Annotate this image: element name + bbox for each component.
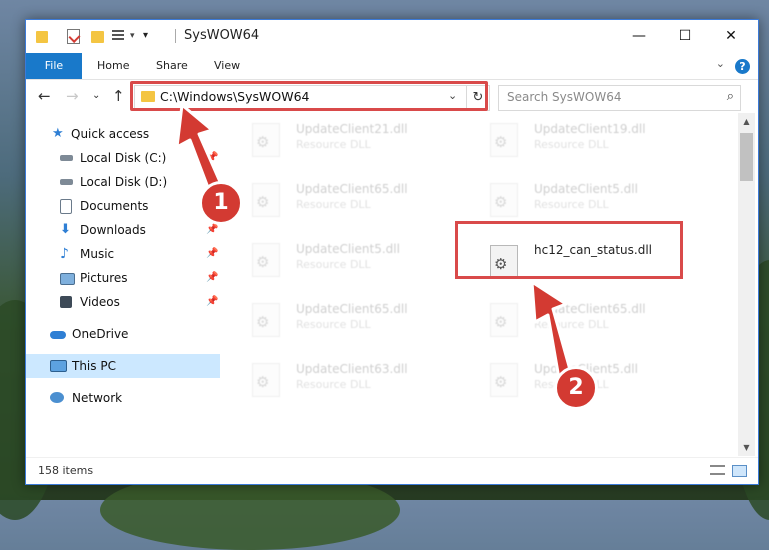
step-1-badge: 1 — [199, 181, 243, 225]
annotation-arrows — [175, 103, 576, 392]
step-2-badge: 2 — [554, 366, 598, 410]
